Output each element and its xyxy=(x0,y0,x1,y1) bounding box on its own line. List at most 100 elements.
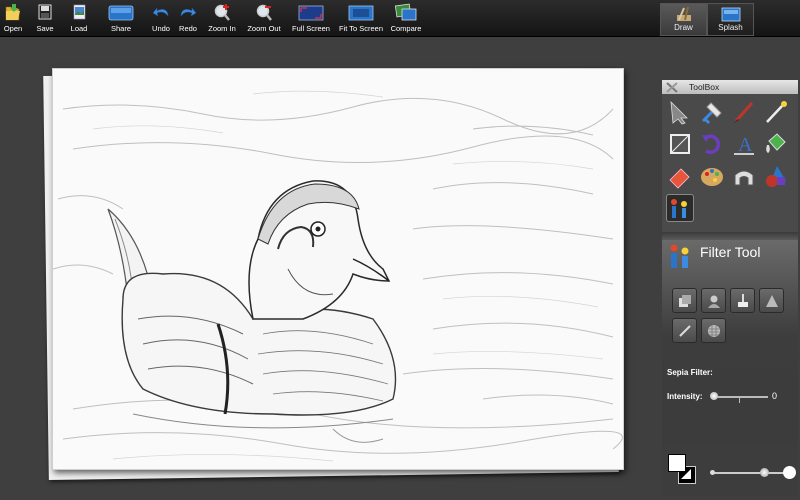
shapes-icon xyxy=(766,166,786,187)
sepia-filter-label: Sepia Filter: xyxy=(667,368,713,377)
filter-options: Filter Tool Sepia Filter: Intensity: 0 xyxy=(662,240,798,480)
undo-arrow-icon xyxy=(152,7,169,17)
canvas-area xyxy=(43,62,629,482)
save-button[interactable]: Save xyxy=(34,2,56,34)
color-size-bar xyxy=(662,446,798,496)
rotate-tool[interactable] xyxy=(698,130,726,158)
fit-to-screen-button[interactable]: Fit To Screen xyxy=(337,2,385,34)
filter-preset-pencil[interactable] xyxy=(672,318,697,343)
frame-icon xyxy=(670,134,690,154)
filter-preset-layers[interactable] xyxy=(672,288,697,313)
brush-size-slider-thumb[interactable] xyxy=(760,468,769,477)
frame-tool[interactable] xyxy=(666,130,694,158)
eraser-tool[interactable] xyxy=(666,162,694,190)
fit-to-screen-label: Fit To Screen xyxy=(338,24,384,33)
brush-tool[interactable] xyxy=(730,98,758,126)
share-label: Share xyxy=(110,24,131,33)
brush-stand-icon xyxy=(737,293,748,307)
duck-sketch-image xyxy=(53,90,623,462)
shapes-tool[interactable] xyxy=(762,162,790,190)
panel-divider xyxy=(662,232,798,240)
redo-label: Redo xyxy=(179,24,197,33)
open-folder-icon xyxy=(5,4,20,21)
splash-image-icon xyxy=(721,7,740,22)
share-button[interactable]: Share xyxy=(108,2,134,34)
redo-button[interactable]: Redo xyxy=(177,2,199,34)
open-button[interactable]: Open xyxy=(2,2,24,34)
zoom-out-label: Zoom Out xyxy=(247,24,281,33)
mode-switch: Draw Splash xyxy=(660,3,754,36)
clone-tool[interactable] xyxy=(730,162,758,190)
fit-to-screen-icon xyxy=(348,5,374,21)
filter-preset-brush[interactable] xyxy=(730,288,755,313)
splash-mode-button[interactable]: Splash xyxy=(707,3,754,36)
full-screen-button[interactable]: Full Screen xyxy=(290,2,332,34)
intensity-slider-track[interactable] xyxy=(712,396,768,398)
filter-tool-icon xyxy=(670,244,689,268)
load-label: Load xyxy=(70,24,88,33)
zoom-in-button[interactable]: Zoom In xyxy=(206,2,238,34)
top-toolbar: Open Save Load Share Undo Redo Zoom In Z… xyxy=(0,0,800,37)
swap-colors-icon xyxy=(681,469,691,479)
rotate-icon xyxy=(702,134,721,155)
arrow-pointer-icon xyxy=(670,100,688,125)
layers-icon xyxy=(678,294,691,307)
text-a-icon: A xyxy=(734,134,754,156)
draw-label: Draw xyxy=(674,23,693,32)
paint-bucket-tool[interactable] xyxy=(762,130,790,158)
pointer-tool[interactable] xyxy=(666,98,694,126)
compare-images-icon xyxy=(394,3,417,21)
open-label: Open xyxy=(3,24,23,33)
filter-preset-portrait[interactable] xyxy=(701,288,726,313)
svg-text:A: A xyxy=(738,134,753,156)
compare-label: Compare xyxy=(390,24,422,33)
save-label: Save xyxy=(36,24,54,33)
filter-presets xyxy=(672,288,788,348)
tools-crossed-icon xyxy=(666,82,678,93)
zoom-in-icon xyxy=(214,4,230,21)
zoom-out-icon xyxy=(256,4,272,21)
toolbox-header[interactable]: ToolBox xyxy=(662,80,798,94)
toolbox-title: ToolBox xyxy=(689,82,720,92)
filter-tool[interactable] xyxy=(666,194,694,222)
triangle-icon xyxy=(765,294,778,307)
filter-people-icon xyxy=(671,199,687,218)
draw-mode-button[interactable]: Draw xyxy=(660,3,707,36)
intensity-slider-thumb[interactable] xyxy=(710,392,718,400)
brush-size-slider-track[interactable] xyxy=(712,472,788,474)
color-palette-icon xyxy=(701,168,723,186)
share-icon xyxy=(108,5,134,21)
compare-button[interactable]: Compare xyxy=(390,2,422,34)
clone-stamp-icon xyxy=(734,170,754,186)
save-icon xyxy=(38,4,52,20)
sketch-photo[interactable] xyxy=(52,68,624,470)
palette-tool[interactable] xyxy=(698,162,726,190)
brush-size-max-icon xyxy=(783,466,796,479)
load-button[interactable]: Load xyxy=(68,2,90,34)
crop-icon xyxy=(701,102,722,125)
undo-button[interactable]: Undo xyxy=(150,2,172,34)
intensity-slider-tick xyxy=(739,398,740,403)
texture-ball-icon xyxy=(707,324,720,337)
filter-preset-sharpen[interactable] xyxy=(759,288,784,313)
pencils-icon xyxy=(676,6,691,21)
intensity-label: Intensity: xyxy=(667,392,703,401)
undo-label: Undo xyxy=(152,24,170,33)
filter-preset-texture[interactable] xyxy=(701,318,726,343)
load-photo-icon xyxy=(73,4,86,20)
portrait-icon xyxy=(707,295,720,308)
toolbox-panel: ToolBox A Filter Tool Sepia Filter: Inte… xyxy=(662,80,798,490)
text-tool[interactable]: A xyxy=(730,130,758,158)
redo-arrow-icon xyxy=(180,7,197,17)
intensity-value: 0 xyxy=(772,391,778,401)
paintbrush-icon xyxy=(734,102,754,123)
full-screen-label: Full Screen xyxy=(292,24,330,33)
crop-tool[interactable] xyxy=(698,98,726,126)
paint-bucket-icon xyxy=(766,133,786,153)
full-screen-icon xyxy=(298,5,324,21)
filter-tool-title: Filter Tool xyxy=(700,244,761,260)
zoom-out-button[interactable]: Zoom Out xyxy=(246,2,282,34)
splash-label: Splash xyxy=(718,23,743,32)
magic-wand-icon xyxy=(766,101,787,123)
magic-wand-tool[interactable] xyxy=(762,98,790,126)
